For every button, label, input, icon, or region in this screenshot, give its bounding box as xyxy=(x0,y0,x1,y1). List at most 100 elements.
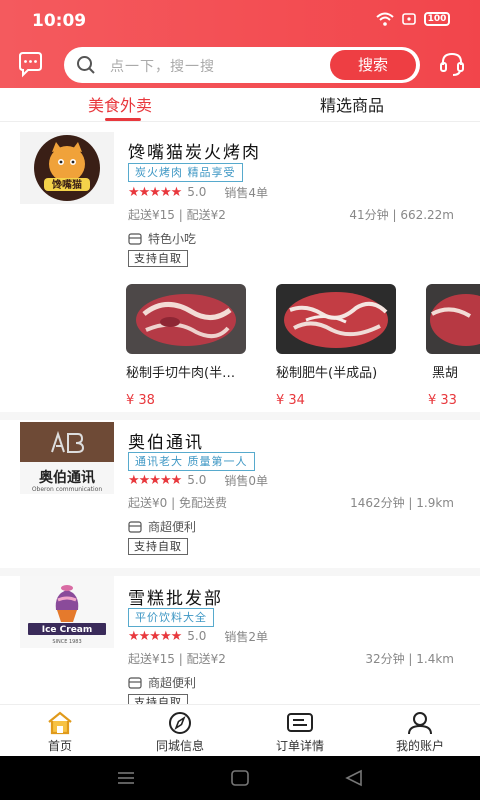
back-icon[interactable] xyxy=(344,769,364,787)
sales-count: 销售0单 xyxy=(224,473,269,488)
section-divider xyxy=(0,412,480,420)
delivery-distance: 32分钟 | 1.4km xyxy=(365,652,454,666)
bottom-tab-bar: 首页 同城信息 订单详情 我的账户 xyxy=(0,704,480,756)
tabbar-item-home[interactable]: 首页 xyxy=(15,711,105,754)
pickup-badge: 支持自取 xyxy=(128,250,188,267)
shop-name: 雪糕批发部 xyxy=(128,589,223,609)
tabbar-label: 我的账户 xyxy=(395,739,444,753)
tab-featured-goods[interactable]: 精选商品 xyxy=(320,92,384,116)
delivery-distance: 41分钟 | 662.22m xyxy=(349,208,454,222)
shop-list: 馋嘴猫 馋嘴猫炭火烤肉 炭火烤肉 精品享受 ★★★★★ 5.0 销售4单 起送¥… xyxy=(0,122,480,704)
category-row: 商超便利 xyxy=(128,674,196,691)
shop-logo: 奥伯通讯 Oberon communication xyxy=(20,422,114,494)
product-name: 秘制手切牛肉(半… xyxy=(126,366,236,381)
tabbar-label: 同城信息 xyxy=(155,739,204,753)
rating-row: ★★★★★ 5.0 销售4单 xyxy=(128,184,268,200)
shop-category-icon xyxy=(128,520,142,533)
tab-food-delivery[interactable]: 美食外卖 xyxy=(88,92,152,116)
menu-icon[interactable] xyxy=(116,770,136,786)
search-row: 点一下，搜一搜 搜索 xyxy=(0,44,480,86)
shop-category-icon xyxy=(128,232,142,245)
pickup-badge: 支持自取 xyxy=(128,694,188,704)
section-divider xyxy=(0,568,480,576)
product-price: ¥ 34 xyxy=(276,393,305,408)
system-nav-bar xyxy=(0,756,480,800)
shop-category: 商超便利 xyxy=(148,520,197,534)
shop-category: 商超便利 xyxy=(148,676,197,690)
search-placeholder: 点一下，搜一搜 xyxy=(110,59,215,75)
search-input[interactable]: 点一下，搜一搜 搜索 xyxy=(64,47,420,83)
user-icon xyxy=(408,712,432,735)
home-button-icon[interactable] xyxy=(230,769,250,787)
customer-service-icon[interactable] xyxy=(436,48,468,80)
shop-card[interactable]: 馋嘴猫 馋嘴猫炭火烤肉 炭火烤肉 精品享受 ★★★★★ 5.0 销售4单 起送¥… xyxy=(0,122,480,412)
delivery-row: 起送¥0 | 免配送费 1462分钟 | 1.9km xyxy=(128,494,454,511)
product-price: ¥ 38 xyxy=(126,393,155,408)
status-time: 10:09 xyxy=(32,11,87,31)
rating-value: 5.0 xyxy=(187,473,207,487)
rating-value: 5.0 xyxy=(187,629,207,643)
search-button[interactable]: 搜索 xyxy=(330,50,416,80)
product-price: ¥ 33 xyxy=(428,393,457,408)
sales-count: 销售4单 xyxy=(224,185,269,200)
shop-logo: Ice Cream SINCE 1983 xyxy=(20,576,114,648)
shop-category-icon xyxy=(128,676,142,689)
product-item[interactable]: 秘制肥牛(半成品) ¥ 34 xyxy=(276,284,398,408)
shop-name: 奥伯通讯 xyxy=(128,433,204,453)
product-item[interactable]: 黑胡 ¥ 33 xyxy=(426,284,480,408)
tabbar-label: 订单详情 xyxy=(275,739,324,753)
search-icon xyxy=(77,56,95,74)
delivery-distance: 1462分钟 | 1.9km xyxy=(350,496,454,510)
order-icon xyxy=(287,713,313,732)
shop-name: 馋嘴猫炭火烤肉 xyxy=(128,143,261,163)
shop-category: 特色小吃 xyxy=(148,232,197,246)
rating-row: ★★★★★ 5.0 销售2单 xyxy=(128,628,268,644)
product-image xyxy=(426,284,480,354)
product-carousel: 秘制手切牛肉(半… ¥ 38 秘制肥牛(半成品) ¥ 34 黑胡 ¥ 33 xyxy=(126,284,480,408)
tabbar-item-account[interactable]: 我的账户 xyxy=(375,711,465,754)
star-rating-icon: ★★★★★ xyxy=(128,628,182,644)
message-icon[interactable] xyxy=(14,48,46,80)
shop-tag: 通讯老大 质量第一人 xyxy=(128,452,255,471)
product-item[interactable]: 秘制手切牛肉(半… ¥ 38 xyxy=(126,284,248,408)
product-image xyxy=(276,284,396,354)
notification-icon xyxy=(402,13,416,25)
star-rating-icon: ★★★★★ xyxy=(128,472,182,488)
compass-icon xyxy=(169,712,191,734)
category-tabs: 美食外卖 精选商品 xyxy=(0,88,480,122)
pickup-badge: 支持自取 xyxy=(128,538,188,555)
category-row: 商超便利 xyxy=(128,518,196,535)
delivery-row: 起送¥15 | 配送¥2 41分钟 | 662.22m xyxy=(128,206,454,223)
status-bar: 10:09 100 xyxy=(0,0,480,40)
star-rating-icon: ★★★★★ xyxy=(128,184,182,200)
delivery-row: 起送¥15 | 配送¥2 32分钟 | 1.4km xyxy=(128,650,454,667)
rating-row: ★★★★★ 5.0 销售0单 xyxy=(128,472,268,488)
active-tab-indicator xyxy=(105,118,141,121)
delivery-fees: 起送¥15 | 配送¥2 xyxy=(128,652,226,666)
shop-logo-text: 馋嘴猫 xyxy=(51,178,82,191)
shop-card[interactable]: 奥伯通讯 Oberon communication 奥伯通讯 通讯老大 质量第一… xyxy=(0,420,480,568)
shop-card[interactable]: Ice Cream SINCE 1983 雪糕批发部 平价饮料大全 ★★★★★ … xyxy=(0,576,480,704)
sales-count: 销售2单 xyxy=(224,629,269,644)
wifi-icon xyxy=(376,12,394,26)
delivery-fees: 起送¥15 | 配送¥2 xyxy=(128,208,226,222)
shop-tag: 平价饮料大全 xyxy=(128,608,214,627)
tabbar-item-orders[interactable]: 订单详情 xyxy=(255,711,345,754)
product-name: 秘制肥牛(半成品) xyxy=(276,366,378,381)
product-name: 黑胡 xyxy=(432,366,459,381)
shop-logo-subtext: Oberon communication xyxy=(32,486,103,493)
tabbar-item-local-info[interactable]: 同城信息 xyxy=(135,711,225,754)
category-row: 特色小吃 xyxy=(128,230,196,247)
app-header: 10:09 100 点一下，搜一搜 搜索 xyxy=(0,0,480,92)
tabbar-label: 首页 xyxy=(47,739,72,753)
shop-tag: 炭火烤肉 精品享受 xyxy=(128,163,243,182)
shop-logo-subtext: SINCE 1983 xyxy=(52,639,81,645)
battery-icon: 100 xyxy=(424,12,450,26)
rating-value: 5.0 xyxy=(187,185,207,199)
shop-logo-text: 奥伯通讯 xyxy=(39,469,95,486)
status-icons: 100 xyxy=(376,12,450,26)
shop-logo-text: Ice Cream xyxy=(42,625,93,635)
delivery-fees: 起送¥0 | 免配送费 xyxy=(128,496,227,510)
home-icon xyxy=(48,711,72,735)
product-image xyxy=(126,284,246,354)
